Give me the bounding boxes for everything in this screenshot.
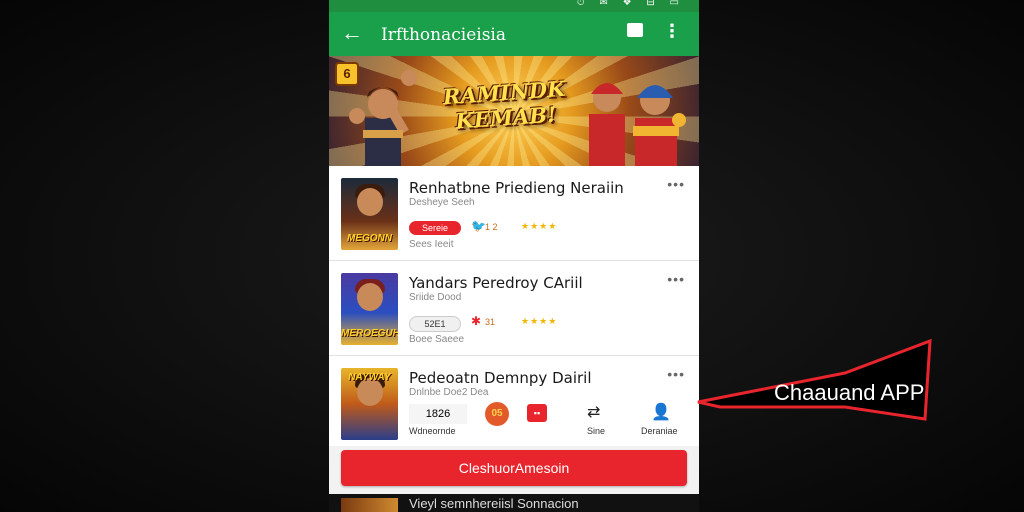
more-vertical-icon[interactable]: ⋮ bbox=[663, 21, 681, 42]
game-name: Vieyl semnhereiisl Sonnacion bbox=[409, 496, 579, 511]
download-count-label: Wdneornde bbox=[409, 426, 456, 436]
chat-icon[interactable] bbox=[627, 23, 643, 37]
app-bar: ← Irfthonacieisia ⋮ bbox=[329, 12, 699, 56]
game-subtitle: Dnlnbe Doe2 Dea bbox=[409, 387, 489, 398]
thumb-title: MEROEGUH bbox=[341, 328, 398, 339]
game-name: Renhatbne Priedieng Neraiin bbox=[409, 179, 624, 197]
banner-logo: RAMINDK KEMAB! bbox=[433, 75, 576, 135]
reddit-icon[interactable]: ✱ bbox=[471, 314, 481, 328]
coin-icon[interactable]: 05 bbox=[485, 402, 509, 426]
game-subtitle: Sriide Dood bbox=[409, 292, 462, 303]
thumb-title: NAYWAY bbox=[348, 372, 391, 383]
message-icon[interactable]: ▪▪ bbox=[527, 404, 547, 422]
hero-character-right bbox=[589, 83, 686, 166]
status-badge[interactable]: 52E1 bbox=[409, 316, 461, 332]
game-meta: Sees Ieeit bbox=[409, 239, 454, 250]
thumb-face bbox=[357, 188, 383, 216]
hero-banner[interactable]: 6 RAMINDK KEMAB! bbox=[329, 56, 699, 166]
user-icon[interactable]: 👤 bbox=[651, 402, 671, 422]
callout-label: Chaauand APP bbox=[774, 380, 925, 405]
status-bar: ⏱ ✉ ❖ ⊟ ▭ bbox=[329, 0, 699, 12]
game-thumbnail[interactable]: NAYWAY bbox=[341, 368, 398, 440]
user-label: Deraniae bbox=[641, 426, 678, 436]
rating-stars: ★★★★ bbox=[521, 221, 558, 231]
thumb-title: MEGONN bbox=[347, 233, 392, 244]
game-name: Pedeoatn Demnpy Dairil bbox=[409, 369, 592, 387]
rank-value: 1 2 bbox=[485, 222, 498, 232]
game-subtitle: Desheye Seeh bbox=[409, 197, 475, 208]
more-horizontal-icon[interactable]: ••• bbox=[667, 271, 685, 287]
share-label: Sine bbox=[587, 426, 606, 436]
game-thumbnail bbox=[341, 498, 398, 512]
primary-action-button[interactable]: CleshuorAmesoin bbox=[341, 450, 687, 486]
game-name: Yandars Peredroy CAriil bbox=[409, 274, 583, 292]
twitter-icon[interactable]: 🐦 bbox=[471, 219, 486, 233]
status-icons: ⏱ ✉ ❖ ⊟ ▭ bbox=[576, 0, 685, 8]
more-horizontal-icon[interactable]: ••• bbox=[667, 176, 685, 192]
thumb-face bbox=[357, 283, 383, 311]
next-list-item-peek[interactable]: Vieyl semnhereiisl Sonnacion bbox=[329, 494, 699, 512]
game-meta: Boee Saeee bbox=[409, 334, 465, 345]
game-thumbnail[interactable]: MEGONN bbox=[341, 178, 398, 250]
hero-character-left bbox=[349, 70, 417, 166]
game-thumbnail[interactable]: MEROEGUH bbox=[341, 273, 398, 345]
app-title: Irfthonacieisia bbox=[381, 25, 506, 45]
list-item[interactable]: MEGONN Renhatbne Priedieng Neraiin Deshe… bbox=[329, 166, 699, 261]
phone-screen: ⏱ ✉ ❖ ⊟ ▭ ← Irfthonacieisia ⋮ 6 RAMINDK … bbox=[329, 0, 699, 512]
more-horizontal-icon[interactable]: ••• bbox=[667, 366, 685, 382]
action-row: 1826 Wdneornde 05 ▪▪ ⇄ Sine 👤 Deraniae bbox=[409, 402, 689, 442]
list-item[interactable]: MEROEGUH Yandars Peredroy CAriil Sriide … bbox=[329, 261, 699, 356]
share-icon[interactable]: ⇄ bbox=[587, 402, 600, 422]
arrow-left-icon[interactable]: ← bbox=[341, 20, 363, 46]
rating-stars: ★★★★ bbox=[521, 316, 558, 326]
game-list: MEGONN Renhatbne Priedieng Neraiin Deshe… bbox=[329, 166, 699, 446]
status-badge[interactable]: Sereie bbox=[409, 221, 461, 235]
download-count: 1826 bbox=[409, 404, 467, 424]
rank-value: 31 bbox=[485, 317, 496, 327]
list-item[interactable]: NAYWAY Pedeoatn Demnpy Dairil Dnlnbe Doe… bbox=[329, 356, 699, 446]
